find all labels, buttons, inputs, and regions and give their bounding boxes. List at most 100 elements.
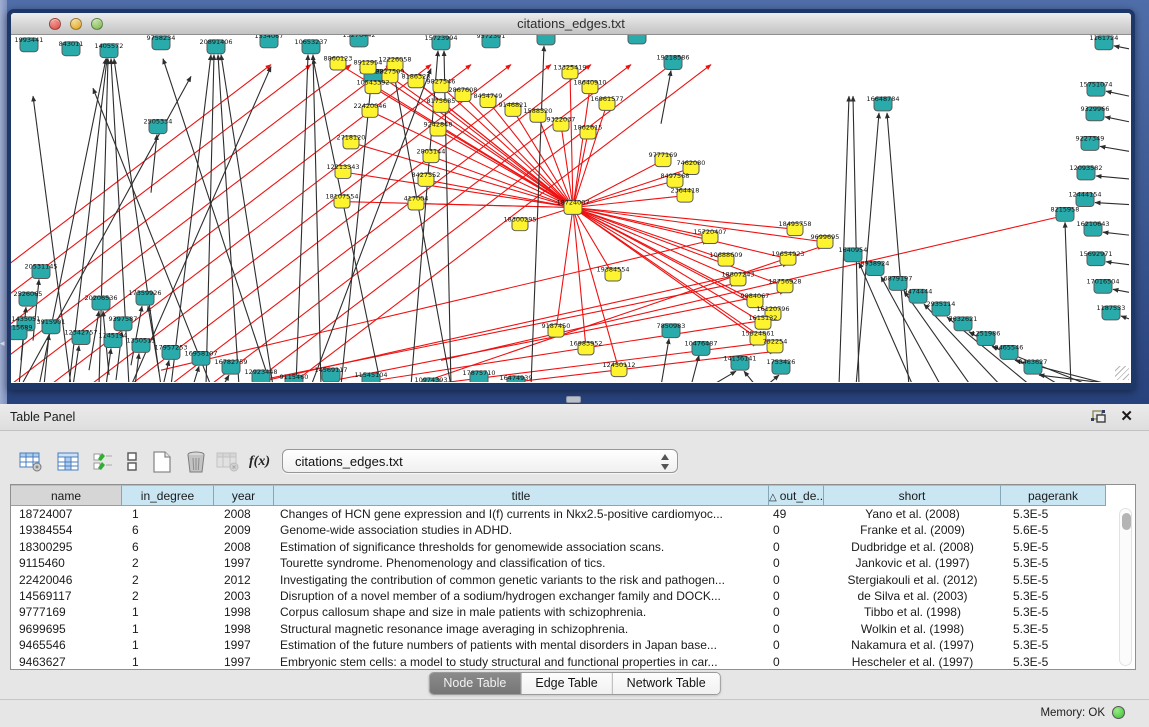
- new-column-icon[interactable]: [148, 448, 175, 475]
- table-row[interactable]: 1872400712008Changes of HCN gene express…: [11, 506, 1135, 522]
- graph-edge[interactable]: [839, 96, 849, 382]
- graph-edge[interactable]: [1100, 146, 1129, 151]
- graph-edge[interactable]: [691, 355, 699, 382]
- table-row[interactable]: 1938455462009Genome-wide association stu…: [11, 522, 1135, 538]
- close-panel-icon[interactable]: ✕: [1120, 407, 1133, 425]
- table-options-icon[interactable]: [17, 448, 44, 475]
- graph-node-label: 11545104: [354, 371, 387, 379]
- graph-edge[interactable]: [33, 279, 39, 340]
- graph-edge[interactable]: [1106, 91, 1129, 96]
- memory-status-icon[interactable]: [1112, 706, 1125, 719]
- graph-node-label: 15276442: [342, 35, 375, 39]
- table-cell: 1: [122, 621, 214, 637]
- table-cell: 0: [769, 522, 824, 538]
- graph-edge[interactable]: [1113, 289, 1129, 292]
- column-header-title[interactable]: title: [274, 485, 769, 506]
- column-header-short[interactable]: short: [824, 485, 1001, 506]
- citation-edge[interactable]: [573, 87, 590, 207]
- graph-edge[interactable]: [341, 84, 371, 382]
- table-cell: Changes of HCN gene expression and I(f) …: [274, 506, 769, 522]
- table-cell: Dudbridge et al. (2008): [824, 539, 1001, 555]
- citation-edge[interactable]: [11, 65, 311, 382]
- tab-network-table[interactable]: Network Table: [612, 673, 720, 694]
- network-canvas[interactable]: 1993441843011140557297582342089140615340…: [11, 35, 1131, 382]
- table-row[interactable]: 946362711997Embryonic stem cells: a mode…: [11, 654, 1135, 670]
- graph-node[interactable]: [628, 35, 646, 44]
- graph-edge[interactable]: [887, 113, 909, 382]
- graph-edge[interactable]: [766, 375, 779, 382]
- graph-node-label: 9115460: [280, 373, 309, 381]
- row-height-icon[interactable]: [118, 448, 145, 475]
- table-scrollbar[interactable]: [1119, 508, 1132, 666]
- table-select[interactable]: citations_edges.txt: [282, 449, 678, 473]
- graph-node-label: 16958107: [184, 349, 217, 357]
- graph-edge[interactable]: [1095, 203, 1129, 205]
- citation-edge[interactable]: [573, 208, 788, 259]
- column-checklist-icon[interactable]: [89, 448, 116, 475]
- graph-edge[interactable]: [296, 55, 308, 382]
- table-row[interactable]: 2242004622012Investigating the contribut…: [11, 572, 1135, 588]
- graph-node-label: 17359926: [128, 289, 161, 297]
- delete-column-icon[interactable]: [182, 448, 209, 475]
- column-header-name[interactable]: name: [11, 485, 122, 506]
- graph-edge[interactable]: [1096, 176, 1129, 179]
- column-header-in_degree[interactable]: in_degree: [122, 485, 214, 506]
- select-arrows-icon: [660, 453, 670, 471]
- graph-edge[interactable]: [531, 46, 544, 382]
- window-resize-grip[interactable]: [1115, 366, 1129, 380]
- graph-edge[interactable]: [223, 375, 229, 382]
- graph-edge[interactable]: [33, 96, 71, 382]
- graph-node-label: 9884067: [741, 292, 770, 300]
- graph-edge[interactable]: [661, 70, 671, 123]
- panel-resize-handle[interactable]: [566, 396, 581, 403]
- table-cell: 1997: [214, 654, 274, 670]
- collapse-panel-icon[interactable]: ◂: [0, 338, 5, 349]
- graph-edge[interactable]: [1114, 46, 1129, 49]
- window-titlebar[interactable]: citations_edges.txt: [11, 13, 1131, 35]
- graph-edge[interactable]: [1065, 222, 1071, 382]
- graph-edge[interactable]: [744, 371, 756, 382]
- table-row[interactable]: 946554611997Estimation of the future num…: [11, 637, 1135, 653]
- graph-node-label: 18107554: [325, 193, 358, 201]
- table-row[interactable]: 969969511998Structural magnetic resonanc…: [11, 621, 1135, 637]
- float-panel-icon[interactable]: [1089, 409, 1107, 425]
- table-cell: de Silva et al. (2003): [824, 588, 1001, 604]
- graph-edge[interactable]: [1106, 262, 1129, 265]
- graph-edge[interactable]: [193, 366, 199, 382]
- table-cell: 0: [769, 555, 824, 571]
- table-cell: 0: [769, 604, 824, 620]
- table-row[interactable]: 911546021997Tourette syndrome. Phenomeno…: [11, 555, 1135, 571]
- table-row[interactable]: 1830029562008Estimation of significance …: [11, 539, 1135, 555]
- table-cell: 5.3E-5: [1001, 588, 1106, 604]
- citation-edge[interactable]: [231, 65, 671, 382]
- graph-node-label: 18724007: [556, 199, 589, 207]
- column-header-out_de[interactable]: △out_de...: [769, 485, 824, 506]
- graph-edge[interactable]: [1105, 117, 1129, 122]
- delete-table-icon[interactable]: [214, 448, 241, 475]
- tab-edge-table[interactable]: Edge Table: [520, 673, 611, 694]
- scrollbar-thumb[interactable]: [1122, 513, 1131, 530]
- graph-edge[interactable]: [1103, 232, 1129, 235]
- graph-node-label: 9827509: [376, 67, 405, 75]
- graph-edge[interactable]: [661, 339, 669, 382]
- graph-edge[interactable]: [163, 360, 169, 382]
- table-row[interactable]: 1456911722003Disruption of a novel membe…: [11, 588, 1135, 604]
- column-header-year[interactable]: year: [214, 485, 274, 506]
- graph-edge[interactable]: [1121, 316, 1129, 319]
- graph-edge[interactable]: [853, 96, 859, 382]
- graph-node-label: 10974393: [414, 376, 447, 382]
- table-row[interactable]: 977716911998Corpus callosum shape and si…: [11, 604, 1135, 620]
- graph-node-label: 8860123: [324, 55, 353, 63]
- graph-edge[interactable]: [131, 67, 271, 382]
- graph-node-label: 14136141: [723, 354, 756, 362]
- tab-node-table[interactable]: Node Table: [429, 673, 520, 694]
- table-cell: 6: [122, 539, 214, 555]
- select-columns-icon[interactable]: [54, 448, 81, 475]
- function-builder-icon[interactable]: f(x): [246, 448, 273, 475]
- graph-edge[interactable]: [206, 55, 214, 382]
- column-header-pagerank[interactable]: pagerank: [1001, 485, 1106, 506]
- graph-node-label: 1145194: [99, 332, 128, 340]
- graph-node-label: 12923448: [244, 368, 277, 376]
- table-cell: 2008: [214, 539, 274, 555]
- graph-edge[interactable]: [711, 371, 736, 382]
